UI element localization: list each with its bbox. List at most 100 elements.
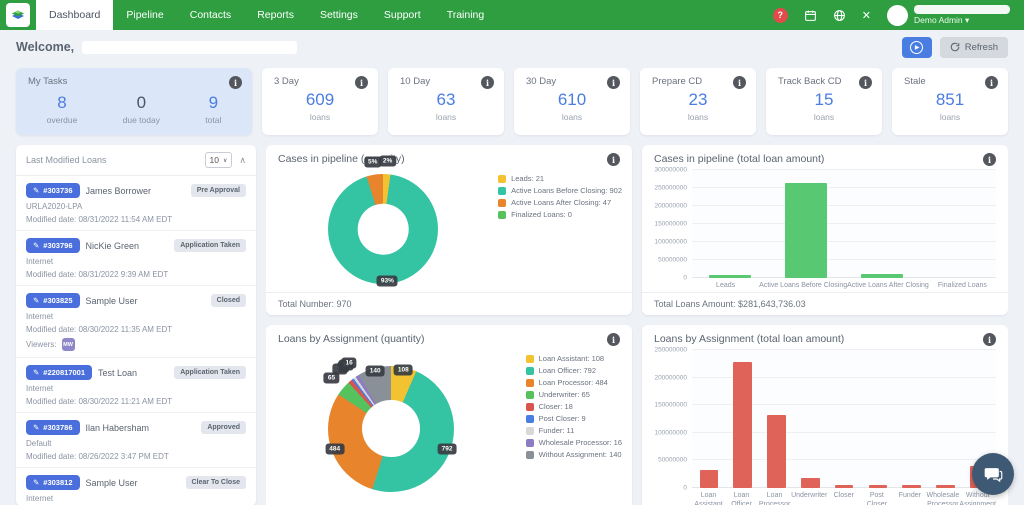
- pencil-icon: ✎: [33, 478, 39, 487]
- summary-card-value: 610: [514, 90, 630, 110]
- loan-source: Default: [26, 439, 246, 448]
- legend-item: Underwriter: 65: [526, 390, 622, 399]
- x-axis: Loan AssistantLoan OfficerLoan Processor…: [692, 488, 996, 505]
- loan-source: URLA2020-LPA: [26, 202, 246, 211]
- summary-card-head: 10 Day i: [388, 68, 504, 89]
- donut-chart-body: 108792484651891116140Loan Assistant: 108…: [266, 346, 632, 505]
- legend-label: Finalized Loans: 0: [511, 210, 572, 219]
- refresh-button[interactable]: Refresh: [940, 37, 1008, 58]
- user-menu[interactable]: Demo Admin ▾: [887, 5, 1010, 26]
- donut-chart: 108792484651891116140Loan Assistant: 108…: [266, 346, 632, 505]
- info-icon[interactable]: i: [983, 333, 996, 346]
- info-icon[interactable]: i: [355, 76, 368, 89]
- summary-card-3-day: 3 Dayi609loans: [262, 68, 378, 135]
- loan-item-header: ✎#303786Ilan HabershamApproved: [26, 420, 246, 435]
- pencil-icon: ✎: [33, 241, 39, 250]
- summary-card-track-back-cd: Track Back CDi15loans: [766, 68, 882, 135]
- legend-item: Closer: 18: [526, 402, 622, 411]
- app-logo[interactable]: [6, 3, 30, 27]
- legend-swatch: [498, 199, 506, 207]
- bar-closer[interactable]: [835, 485, 854, 488]
- nav-item-settings[interactable]: Settings: [307, 0, 371, 30]
- bar-loan-processor[interactable]: [767, 415, 786, 488]
- loan-number-link[interactable]: ✎#220817001: [26, 365, 92, 380]
- loan-number: #220817001: [43, 368, 85, 377]
- x-tick-label: Wholesale Processor: [926, 491, 959, 505]
- x-tick-label: Post Closer: [860, 491, 893, 505]
- loan-list-item: ✎#220817001Test LoanApplication TakenInt…: [16, 358, 256, 413]
- loan-number: #303796: [43, 241, 72, 250]
- bar-loan-assistant[interactable]: [700, 470, 719, 488]
- loan-number-link[interactable]: ✎#303825: [26, 293, 80, 308]
- y-axis: 2500000002000000001500000001000000005000…: [648, 350, 692, 488]
- bar-leads[interactable]: [709, 275, 751, 278]
- legend-label: Leads: 21: [511, 174, 544, 183]
- bar-post-closer[interactable]: [869, 485, 888, 488]
- loan-list: ✎#303736James BorrowerPre ApprovalURLA20…: [16, 176, 256, 505]
- summary-card-unit: loans: [640, 112, 756, 122]
- page-size-select[interactable]: 10 ∨: [205, 152, 233, 168]
- globe-icon[interactable]: [833, 9, 846, 22]
- viewer-avatar[interactable]: MW: [62, 338, 75, 351]
- loan-number-link[interactable]: ✎#303812: [26, 475, 80, 490]
- summary-card-unit: loans: [262, 112, 378, 122]
- help-icon[interactable]: ?: [773, 8, 788, 23]
- refresh-icon: [950, 42, 960, 52]
- nav-item-training[interactable]: Training: [434, 0, 498, 30]
- bar-slot-wholesale-processor: [928, 350, 962, 488]
- chart-card-cases-in-pipeline-total-loan-amount: Cases in pipeline (total loan amount)i30…: [642, 145, 1008, 315]
- info-icon[interactable]: i: [481, 76, 494, 89]
- loan-number-link[interactable]: ✎#303786: [26, 420, 80, 435]
- play-icon: ▶: [910, 41, 923, 54]
- legend-swatch: [526, 379, 534, 387]
- info-icon[interactable]: i: [983, 153, 996, 166]
- loan-modified-date: Modified date: 08/31/2022 11:54 AM EDT: [26, 215, 246, 224]
- bar-funder[interactable]: [902, 485, 921, 488]
- viewers-label: Viewers:: [26, 340, 57, 349]
- stat-label: due today: [123, 115, 160, 125]
- slice-label: 16: [341, 357, 356, 368]
- legend-item: Loan Assistant: 108: [526, 354, 622, 363]
- expand-icon[interactable]: ✕: [862, 9, 871, 22]
- calendar-icon[interactable]: [804, 9, 817, 22]
- info-icon[interactable]: i: [859, 76, 872, 89]
- legend-swatch: [526, 391, 534, 399]
- bar-loan-officer[interactable]: [733, 362, 752, 488]
- donut-hole: [358, 204, 409, 255]
- summary-card-title: Stale: [904, 76, 926, 87]
- nav-item-contacts[interactable]: Contacts: [177, 0, 244, 30]
- bar-wholesale-processor[interactable]: [936, 485, 955, 488]
- loan-number-link[interactable]: ✎ #303796: [26, 238, 80, 253]
- summary-card-title: 10 Day: [400, 76, 430, 87]
- nav-item-dashboard[interactable]: Dashboard: [36, 0, 113, 30]
- loan-modified-date: Modified date: 08/30/2022 11:21 AM EDT: [26, 397, 246, 406]
- nav-item-support[interactable]: Support: [371, 0, 434, 30]
- status-badge: Application Taken: [174, 239, 246, 252]
- info-icon[interactable]: i: [229, 76, 242, 89]
- borrower-name: Sample User: [86, 478, 186, 488]
- summary-card-value: 23: [640, 90, 756, 110]
- play-tour-button[interactable]: ▶: [902, 37, 932, 58]
- bar-slot-loan-processor: [760, 350, 794, 488]
- loan-number-link[interactable]: ✎#303736: [26, 183, 80, 198]
- collapse-list-button[interactable]: ∧: [239, 155, 246, 166]
- legend-item: Post Closer: 9: [526, 414, 622, 423]
- legend-swatch: [526, 427, 534, 435]
- nav-menu: DashboardPipelineContactsReportsSettings…: [36, 0, 497, 30]
- info-icon[interactable]: i: [985, 76, 998, 89]
- bar-underwriter[interactable]: [801, 478, 820, 487]
- bar-active-loans-after-closing[interactable]: [861, 274, 903, 278]
- chat-widget-button[interactable]: [972, 453, 1014, 495]
- bar-active-loans-before-closing[interactable]: [785, 183, 827, 278]
- summary-card-value: 63: [388, 90, 504, 110]
- summary-card-head: 30 Dayi: [514, 68, 630, 89]
- info-icon[interactable]: i: [607, 153, 620, 166]
- info-icon[interactable]: i: [607, 333, 620, 346]
- refresh-label: Refresh: [965, 42, 998, 53]
- nav-item-pipeline[interactable]: Pipeline: [113, 0, 176, 30]
- chevron-down-icon: ▾: [965, 15, 969, 25]
- info-icon[interactable]: i: [607, 76, 620, 89]
- summary-card-value: 609: [262, 90, 378, 110]
- nav-item-reports[interactable]: Reports: [244, 0, 307, 30]
- info-icon[interactable]: i: [733, 76, 746, 89]
